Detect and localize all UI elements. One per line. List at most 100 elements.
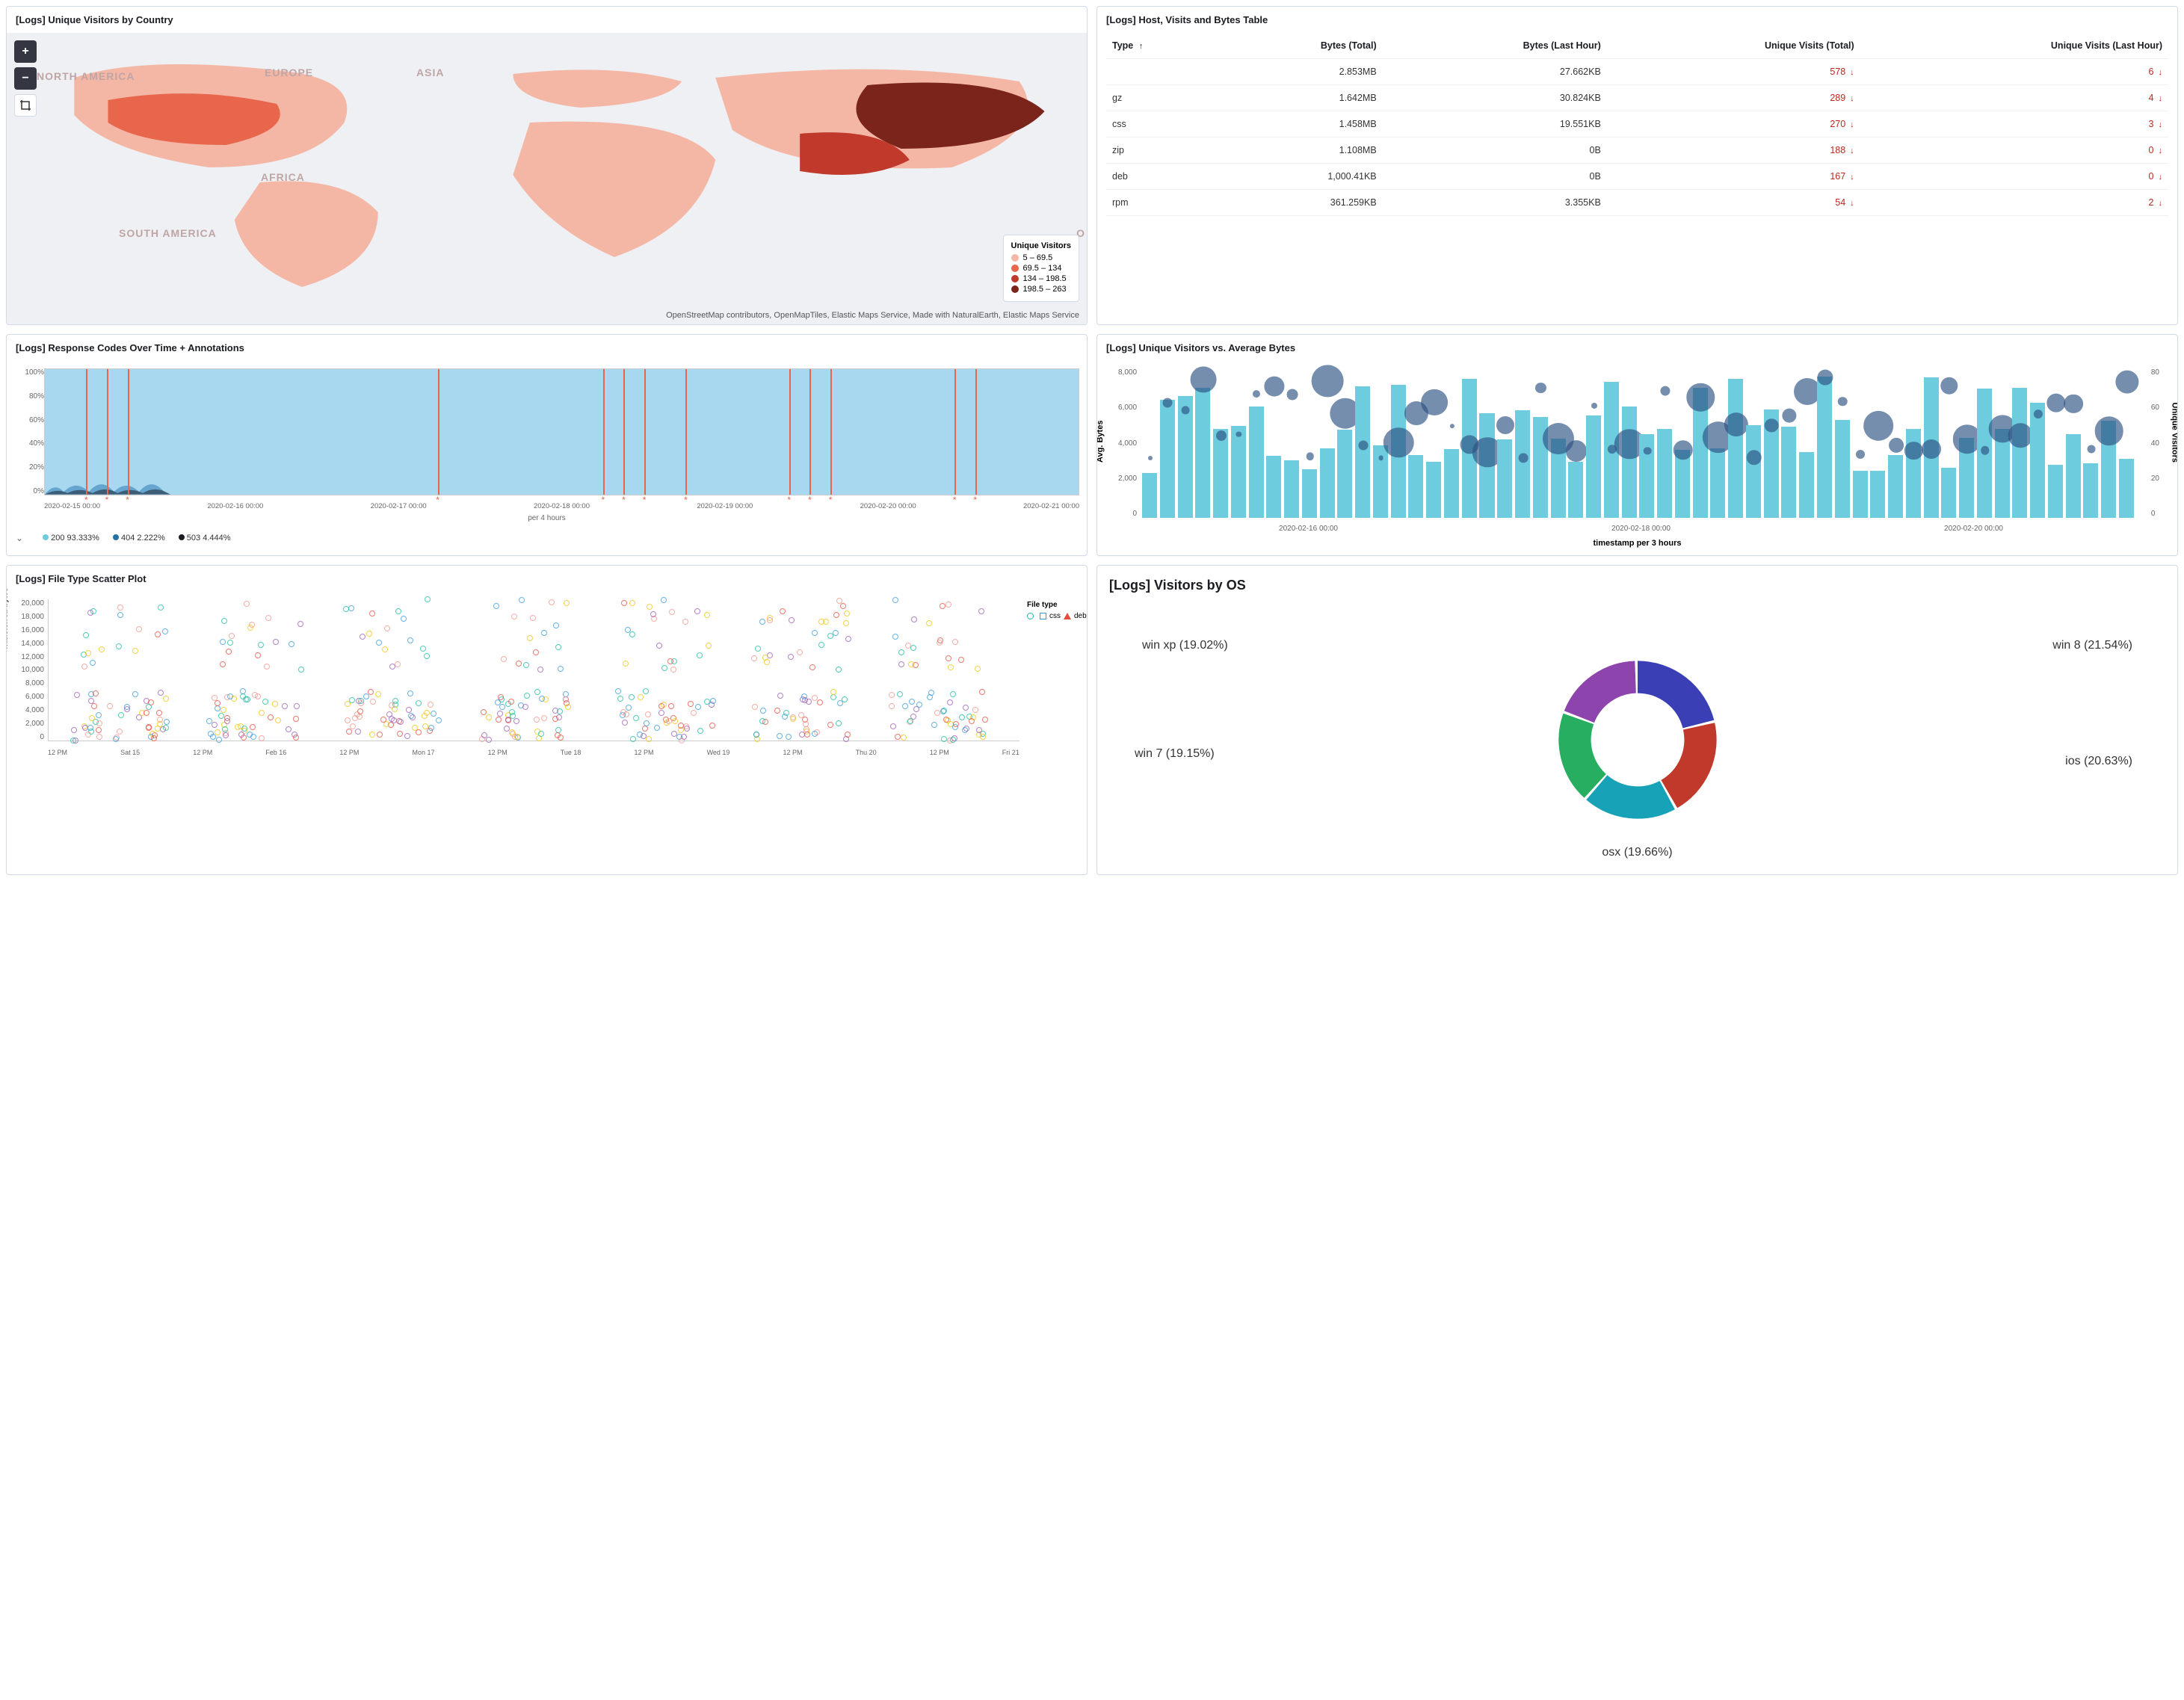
scatter-point — [259, 735, 265, 741]
col-uv-last[interactable]: Unique Visits (Last Hour) — [1860, 33, 2168, 59]
scatter-panel: [Logs] File Type Scatter Plot Transferre… — [6, 565, 1088, 875]
scatter-point — [629, 600, 635, 606]
uv-ylabel-right: Unique Visitors — [2170, 403, 2178, 463]
scatter-point — [93, 690, 99, 696]
scatter-point — [272, 701, 278, 707]
uv-bar — [1746, 425, 1761, 518]
uv-bar — [1710, 448, 1725, 518]
scatter-point — [241, 726, 247, 732]
scatter-point — [541, 630, 547, 636]
uv-bubble — [1673, 440, 1693, 460]
col-bytes-last[interactable]: Bytes (Last Hour) — [1383, 33, 1607, 59]
scatter-point — [99, 646, 105, 652]
annotation-line[interactable] — [789, 369, 791, 495]
scatter-point — [289, 641, 294, 647]
scatter-legend-item[interactable]: deb — [1064, 612, 1087, 620]
scatter-point — [759, 718, 765, 724]
scatter-point — [220, 639, 226, 645]
scatter-point — [799, 732, 805, 738]
annotation-line[interactable] — [623, 369, 625, 495]
scatter-point — [682, 619, 688, 625]
col-bytes-total[interactable]: Bytes (Total) — [1213, 33, 1383, 59]
donut-slice-win-8[interactable] — [1638, 677, 1698, 724]
resp-legend-item[interactable]: 200 93.333% — [43, 534, 99, 543]
uv-bubble — [1421, 389, 1448, 415]
resp-legend-item[interactable]: 503 4.444% — [179, 534, 231, 543]
donut-slice-win-7[interactable] — [1575, 719, 1595, 786]
scatter-point — [684, 726, 690, 732]
scatter-point — [407, 690, 413, 696]
annotation-line[interactable] — [86, 369, 87, 495]
scatter-point — [620, 712, 626, 718]
scatter-point — [408, 713, 414, 719]
table-row[interactable]: zip1.108MB0B 188↓ 0↓ — [1106, 137, 2168, 164]
annotation-line[interactable] — [975, 369, 977, 495]
uv-bar — [1586, 415, 1601, 518]
annotation-line[interactable] — [128, 369, 129, 495]
donut-slice-osx[interactable] — [1597, 788, 1667, 803]
col-uv-total[interactable]: Unique Visits (Total) — [1607, 33, 1860, 59]
scatter-legend-item[interactable] — [1027, 613, 1037, 619]
scatter-point — [398, 719, 404, 725]
scatter-point — [951, 735, 957, 741]
scatter-point — [366, 631, 372, 637]
annotation-line[interactable] — [954, 369, 956, 495]
annotation-line[interactable] — [685, 369, 687, 495]
scatter-point — [982, 717, 988, 723]
scatter-point — [934, 710, 940, 716]
scatter-point — [144, 710, 149, 716]
table-row[interactable]: deb1,000.41KB0B 167↓ 0↓ — [1106, 164, 2168, 190]
scatter-point — [244, 696, 250, 702]
donut-chart[interactable]: win 8 (21.54%) ios (20.63%) osx (19.66%)… — [1097, 605, 2177, 874]
uv-bubble — [1746, 450, 1762, 466]
scatter-point — [666, 718, 672, 724]
scatter-point — [646, 736, 652, 742]
scatter-point — [656, 643, 662, 649]
table-row[interactable]: gz1.642MB30.824KB 289↓ 4↓ — [1106, 85, 2168, 111]
scatter-point — [751, 655, 757, 661]
scatter-point — [358, 700, 364, 706]
annotation-line[interactable] — [809, 369, 811, 495]
map-legend-title: Unique Visitors — [1011, 241, 1071, 250]
scatter-point — [911, 616, 917, 622]
world-map-svg — [7, 33, 1087, 324]
scatter-point — [534, 717, 540, 723]
scatter-point — [818, 619, 824, 625]
scatter-point — [622, 720, 628, 726]
donut-slice-ios[interactable] — [1669, 726, 1700, 794]
scatter-point — [90, 660, 96, 666]
scatter-point — [943, 717, 949, 723]
uv-bar — [1941, 468, 1956, 518]
resp-legend-item[interactable]: 404 2.222% — [113, 534, 165, 543]
crop-icon[interactable] — [14, 94, 37, 117]
zoom-in-button[interactable]: + — [14, 40, 37, 63]
annotation-line[interactable] — [644, 369, 646, 495]
resp-chart[interactable]: 100%80%60%40%20%0% ************* 2020-02… — [7, 361, 1087, 525]
annotation-line[interactable] — [438, 369, 439, 495]
map-area[interactable]: NORTH AMERICA SOUTH AMERICA EUROPE AFRIC… — [7, 33, 1087, 324]
uv-bar — [1178, 396, 1193, 518]
scatter-point — [389, 702, 395, 708]
uv-bubble — [2046, 394, 2065, 412]
scatter-point — [348, 605, 354, 611]
zoom-out-button[interactable]: − — [14, 67, 37, 90]
scatter-point — [978, 608, 984, 614]
table-row[interactable]: css1.458MB19.551KB 270↓ 3↓ — [1106, 111, 2168, 137]
chevron-down-icon[interactable]: ⌄ — [16, 533, 23, 543]
uv-chart[interactable]: Avg. Bytes Unique Visitors 8,0006,0004,0… — [1097, 361, 2177, 555]
annotation-line[interactable] — [830, 369, 832, 495]
uv-bubble — [2115, 370, 2138, 393]
scatter-point — [163, 696, 169, 702]
annotation-line[interactable] — [603, 369, 605, 495]
uv-bar — [1231, 426, 1246, 518]
annotation-line[interactable] — [107, 369, 108, 495]
uv-bar — [2048, 465, 2063, 518]
scatter-chart[interactable]: Transferred bytes 20,00018,00016,00014,0… — [7, 592, 1087, 764]
col-type[interactable]: Type ↑ — [1106, 33, 1213, 59]
table-row[interactable]: rpm361.259KB3.355KB 54↓ 2↓ — [1106, 190, 2168, 216]
donut-slice-win-xp[interactable] — [1579, 677, 1635, 717]
table-row[interactable]: 2.853MB27.662KB 578↓ 6↓ — [1106, 59, 2168, 85]
scatter-legend-item[interactable]: css — [1040, 612, 1061, 620]
uv-bar — [1728, 379, 1743, 518]
scatter-point — [264, 664, 270, 670]
